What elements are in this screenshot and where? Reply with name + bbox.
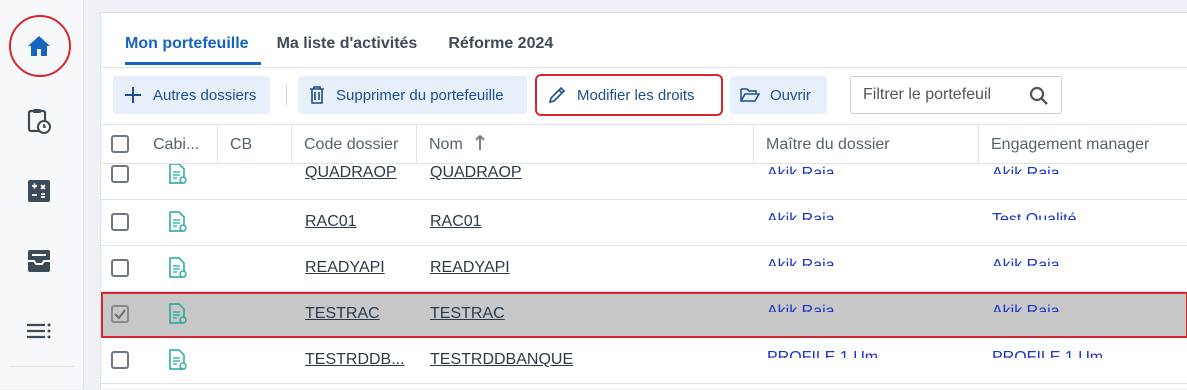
cell-code[interactable]: TESTRDDB... [305, 351, 405, 369]
select-all-checkbox[interactable] [111, 135, 129, 153]
cell-nom[interactable]: TESTRAC [430, 305, 505, 323]
cell-engagement-link[interactable]: Test Qualité [992, 210, 1076, 220]
cell-code[interactable]: RAC01 [305, 213, 357, 231]
cell-engagement-link[interactable]: Akik Raja [992, 256, 1060, 266]
table-header: Cabi... CB Code dossier Nom Maître du do… [101, 124, 1187, 165]
trash-icon [310, 86, 324, 104]
sidebar-divider [10, 366, 74, 367]
cell-nom[interactable]: READYAPI [430, 259, 510, 277]
search-icon[interactable] [1029, 86, 1049, 106]
row-checkbox[interactable] [111, 165, 129, 183]
row-checkbox-checked[interactable] [111, 305, 129, 323]
cell-maitre-link[interactable]: Akik Raja [767, 210, 835, 220]
row-checkbox[interactable] [111, 213, 129, 231]
autres-dossiers-button[interactable]: Autres dossiers [113, 76, 270, 114]
cell-nom[interactable]: QUADRAOP [430, 164, 522, 182]
document-icon[interactable] [168, 164, 188, 185]
tabs-divider [101, 67, 1187, 68]
cell-maitre-link[interactable]: Akik Raja [767, 164, 835, 174]
cell-engagement-link[interactable]: Akik Raja [992, 302, 1060, 312]
tab-ma-liste-activites[interactable]: Ma liste d'activités [277, 35, 433, 65]
document-icon[interactable] [168, 303, 188, 325]
toolbar-separator [286, 85, 287, 105]
cell-nom[interactable]: TESTRDDBANQUE [430, 351, 573, 369]
col-code-dossier[interactable]: Code dossier [292, 125, 417, 165]
header-select-cell [101, 125, 141, 165]
clipboard-clock-icon[interactable] [22, 104, 56, 138]
cell-maitre-link[interactable]: Akik Raja [767, 256, 835, 266]
pencil-icon [548, 86, 566, 104]
main-panel: Mon portefeuille Ma liste d'activités Ré… [100, 12, 1187, 389]
inbox-icon[interactable] [22, 244, 56, 278]
col-maitre-dossier[interactable]: Maître du dossier [754, 125, 979, 165]
cell-nom[interactable]: RAC01 [430, 213, 482, 231]
row-checkbox[interactable] [111, 351, 129, 369]
document-icon[interactable] [168, 211, 188, 233]
table-row[interactable]: TESTRDDB... TESTRDDBANQUE PROFILE 1 Um P… [101, 338, 1187, 384]
supprimer-button[interactable]: Supprimer du portefeuille [298, 76, 527, 114]
table-row[interactable]: QUADRAOP QUADRAOP Akik Raja Akik Raja [101, 164, 1187, 200]
cell-maitre-link[interactable]: Akik Raja [767, 302, 835, 312]
folder-open-icon [740, 88, 760, 102]
list-icon[interactable] [22, 314, 56, 348]
calculator-icon[interactable] [22, 174, 56, 208]
cell-code[interactable]: QUADRAOP [305, 164, 397, 182]
cell-maitre-link[interactable]: PROFILE 1 Um [767, 348, 887, 358]
autres-dossiers-label: Autres dossiers [153, 86, 257, 104]
table-row[interactable]: RAC01 RAC01 Akik Raja Test Qualité [101, 200, 1187, 246]
ouvrir-button[interactable]: Ouvrir [730, 76, 827, 114]
sidebar [0, 0, 84, 389]
document-icon[interactable] [168, 349, 188, 371]
cell-code[interactable]: READYAPI [305, 259, 385, 277]
modifier-droits-button[interactable]: Modifier les droits [535, 74, 723, 116]
col-cb[interactable]: CB [218, 125, 292, 165]
cell-engagement-link[interactable]: PROFILE 1 Um [992, 348, 1112, 358]
col-nom[interactable]: Nom [417, 125, 754, 165]
filter-box [850, 76, 1062, 114]
ouvrir-label: Ouvrir [770, 86, 811, 104]
plus-icon [125, 87, 141, 103]
tab-mon-portefeuille[interactable]: Mon portefeuille [125, 35, 261, 65]
cell-code[interactable]: TESTRAC [305, 305, 380, 323]
row-checkbox[interactable] [111, 259, 129, 277]
sort-up-icon[interactable] [475, 134, 485, 151]
supprimer-label: Supprimer du portefeuille [336, 86, 504, 104]
modifier-droits-label: Modifier les droits [577, 86, 695, 104]
document-icon[interactable] [168, 257, 188, 279]
col-cabinet[interactable]: Cabi... [141, 125, 218, 165]
col-nom-label: Nom [429, 136, 463, 153]
tab-reforme-2024[interactable]: Réforme 2024 [448, 35, 568, 65]
tab-bar: Mon portefeuille Ma liste d'activités Ré… [125, 35, 584, 65]
cell-engagement-link[interactable]: Akik Raja [992, 164, 1060, 174]
table-body: QUADRAOP QUADRAOP Akik Raja Akik Raja RA… [101, 164, 1187, 390]
table-row-selected[interactable]: TESTRAC TESTRAC Akik Raja Akik Raja [101, 292, 1187, 338]
home-icon[interactable] [22, 29, 56, 63]
table-row[interactable]: READYAPI READYAPI Akik Raja Akik Raja [101, 246, 1187, 292]
col-engagement-manager[interactable]: Engagement manager [979, 125, 1187, 165]
filter-input[interactable] [863, 86, 1003, 104]
